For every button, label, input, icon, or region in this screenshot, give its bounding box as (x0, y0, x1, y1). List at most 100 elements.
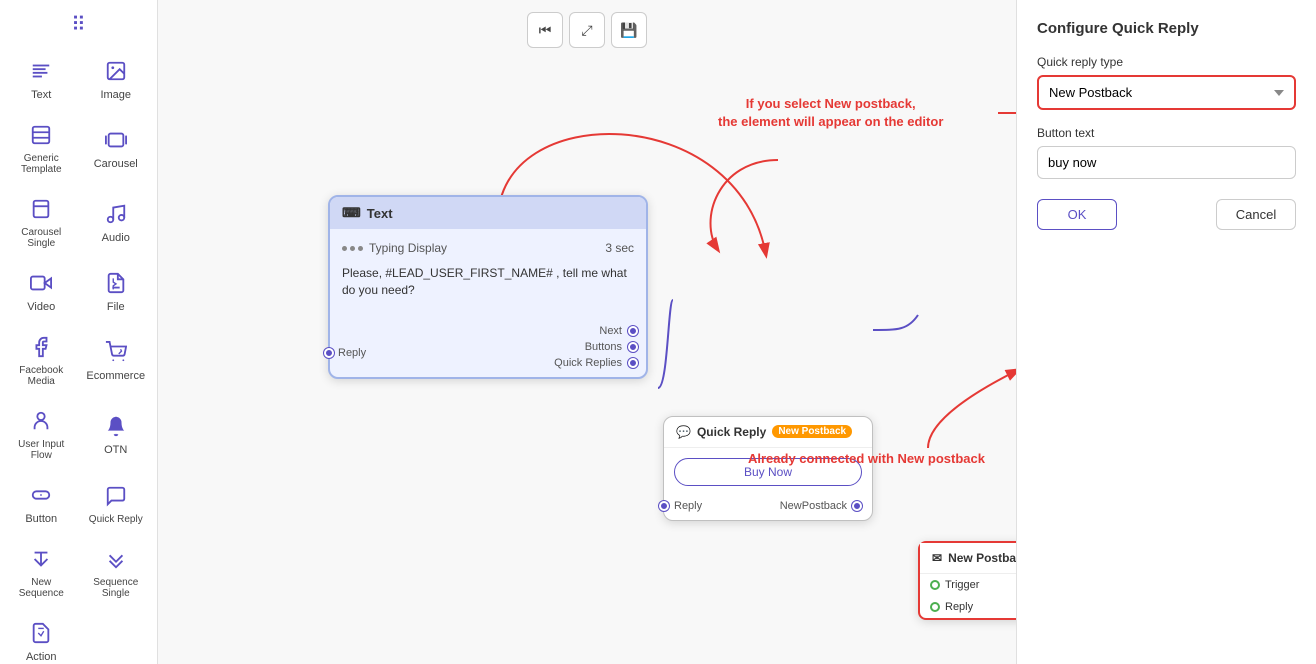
sidebar-item-user-input-flow[interactable]: User Input Flow (6, 399, 77, 469)
text-node-header: ⌨ Text (330, 197, 646, 229)
port-quick-replies: Quick Replies (554, 357, 638, 369)
postback-trigger-label: Trigger (945, 579, 979, 591)
sidebar-item-video[interactable]: Video (6, 261, 77, 321)
sidebar-label-quick-reply: Quick Reply (89, 514, 143, 525)
sidebar-item-facebook-media[interactable]: Facebook Media (6, 325, 77, 395)
postback-reply-dot[interactable] (930, 602, 940, 612)
panel-buttons: OK Cancel (1037, 199, 1296, 230)
sidebar-label-carousel: Carousel (94, 158, 138, 170)
sidebar-item-generic-template[interactable]: Generic Template (6, 113, 77, 183)
save-button[interactable]: 💾 (611, 12, 647, 48)
postback-row-reply: Reply Sequence (920, 596, 1016, 618)
sidebar-label-text: Text (31, 89, 51, 101)
qr-title: Quick Reply (697, 425, 766, 439)
text-node: ⌨ Text Typing Display 3 sec Please, #LEA… (328, 195, 648, 379)
sidebar-label-audio: Audio (102, 232, 130, 244)
right-panel: Configure Quick Reply Quick reply type N… (1016, 0, 1316, 664)
port-next-dot[interactable] (628, 326, 638, 336)
sidebar-item-file[interactable]: File (81, 261, 152, 321)
sidebar-label-facebook-media: Facebook Media (10, 365, 73, 387)
video-icon (27, 269, 55, 297)
sidebar-label-button: Button (25, 513, 57, 525)
canvas-toolbar: ⏮ ⤢ 💾 (527, 12, 647, 48)
postback-node: ✉ New Postback Trigger Next Reply Sequen… (918, 541, 1016, 620)
typing-time: 3 sec (605, 241, 634, 255)
port-quick-replies-label: Quick Replies (554, 357, 622, 369)
sidebar-item-sequence-single[interactable]: Sequence Single (81, 537, 152, 607)
text-node-icon: ⌨ (342, 205, 361, 221)
sidebar-item-action[interactable]: Action (6, 611, 77, 664)
qr-ports: Reply NewPostback (664, 496, 872, 520)
cancel-button[interactable]: Cancel (1216, 199, 1296, 230)
sidebar-label-new-sequence: New Sequence (10, 577, 73, 599)
otn-icon (102, 412, 130, 440)
sequence-single-icon (102, 545, 130, 573)
postback-node-header: ✉ New Postback (920, 543, 1016, 574)
text-node-message: Please, #LEAD_USER_FIRST_NAME# , tell me… (342, 265, 634, 299)
generic-template-icon (27, 121, 55, 149)
qr-port-newpostback: NewPostback (780, 500, 862, 512)
sidebar-item-button[interactable]: Button (6, 473, 77, 533)
sidebar-item-quick-reply[interactable]: Quick Reply (81, 473, 152, 533)
sidebar-item-otn[interactable]: OTN (81, 399, 152, 469)
sidebar-label-image: Image (100, 89, 131, 101)
qr-port-reply: Reply (674, 500, 702, 512)
port-reply-dot[interactable] (324, 348, 334, 358)
port-quick-replies-dot[interactable] (628, 358, 638, 368)
postback-reply-left: Reply (930, 601, 973, 613)
ok-button[interactable]: OK (1037, 199, 1117, 230)
typing-display-label: Typing Display (342, 241, 447, 255)
typing-display-row: Typing Display 3 sec (342, 241, 634, 255)
panel-title: Configure Quick Reply (1037, 20, 1296, 37)
postback-trigger-dot[interactable] (930, 580, 940, 590)
text-node-title: Text (367, 206, 393, 221)
sidebar-label-video: Video (27, 301, 55, 313)
carousel-icon (102, 126, 130, 154)
postback-trigger-left: Trigger (930, 579, 979, 591)
qr-node-header: 💬 Quick Reply New Postback (664, 417, 872, 448)
sidebar: ⠿ Text Image Generic Template (0, 0, 158, 664)
sidebar-label-carousel-single: Carousel Single (10, 227, 73, 249)
qr-newpostback-label: NewPostback (780, 500, 847, 512)
qr-reply-label: Reply (674, 500, 702, 512)
fit-button[interactable]: ⤢ (569, 12, 605, 48)
postback-icon: ✉ (932, 551, 942, 565)
audio-icon (102, 200, 130, 228)
sidebar-item-audio[interactable]: Audio (81, 187, 152, 257)
file-icon (102, 269, 130, 297)
postback-title: New Postback (948, 551, 1016, 565)
annotation-top: If you select New postback,the element w… (718, 95, 943, 131)
sidebar-item-carousel-single[interactable]: Carousel Single (6, 187, 77, 257)
button-text-input[interactable] (1037, 146, 1296, 179)
sidebar-label-otn: OTN (104, 444, 127, 456)
quick-reply-sidebar-icon (102, 482, 130, 510)
port-next: Next (599, 325, 638, 337)
qr-reply-dot[interactable] (659, 501, 669, 511)
back-button[interactable]: ⏮ (527, 12, 563, 48)
grid-icon: ⠿ (67, 8, 90, 41)
port-reply-label: Reply (338, 347, 366, 359)
port-reply-left: Reply (324, 347, 366, 359)
sidebar-item-ecommerce[interactable]: Ecommerce (81, 325, 152, 395)
port-buttons-dot[interactable] (628, 342, 638, 352)
button-icon (27, 481, 55, 509)
port-next-label: Next (599, 325, 622, 337)
button-text-label: Button text (1037, 126, 1296, 140)
sidebar-label-sequence-single: Sequence Single (85, 577, 148, 599)
sidebar-label-file: File (107, 301, 125, 313)
text-node-ports: Next Buttons Quick Replies (330, 321, 646, 377)
carousel-single-icon (27, 195, 55, 223)
qr-icon: 💬 (676, 425, 691, 439)
qr-badge: New Postback (772, 425, 852, 438)
quick-reply-type-select[interactable]: New PostbackURLPhone Number (1037, 75, 1296, 110)
text-node-body: Typing Display 3 sec Please, #LEAD_USER_… (330, 229, 646, 321)
sidebar-label-action: Action (26, 651, 57, 663)
sidebar-item-text[interactable]: Text (6, 49, 77, 109)
port-buttons: Buttons (585, 341, 638, 353)
sidebar-item-image[interactable]: Image (81, 49, 152, 109)
qr-newpostback-dot[interactable] (852, 501, 862, 511)
sidebar-item-new-sequence[interactable]: New Sequence (6, 537, 77, 607)
user-input-flow-icon (27, 407, 55, 435)
sidebar-item-carousel[interactable]: Carousel (81, 113, 152, 183)
text-icon (27, 57, 55, 85)
